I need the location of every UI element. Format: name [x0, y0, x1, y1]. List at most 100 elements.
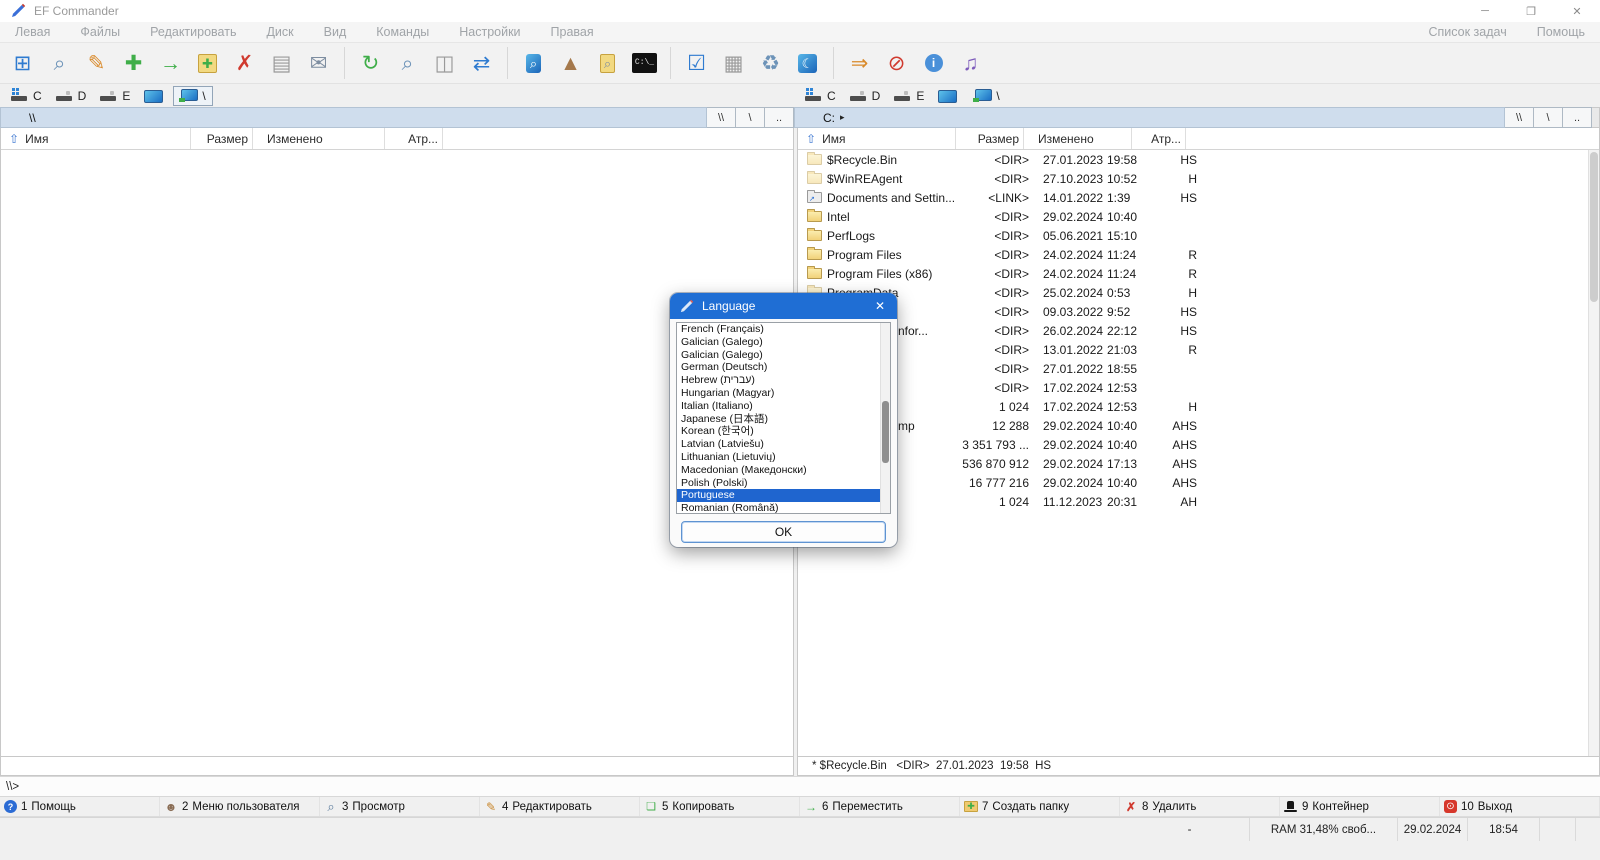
command-line[interactable]: \\> — [0, 776, 1600, 797]
move-file-icon[interactable]: → — [152, 45, 189, 81]
left-drive-e-button[interactable]: E — [93, 86, 137, 106]
right-path[interactable]: C: ▸ — [794, 107, 1505, 128]
$Recycle.Bin[interactable]: $Recycle.Bin <DIR> 27.01.2023 19:58 HS — [798, 150, 1599, 169]
language-list-item[interactable]: Hungarian (Magyar) — [677, 387, 890, 400]
path-button[interactable]: \\ — [1505, 107, 1534, 128]
language-list-item[interactable]: French (Français) — [677, 323, 890, 336]
sync-icon[interactable]: ⇄ — [463, 45, 500, 81]
path-button[interactable]: \\ — [707, 107, 736, 128]
dialog-list-scrollbar[interactable] — [880, 323, 890, 513]
menu-item[interactable]: Редактировать — [135, 25, 251, 39]
left-drive-d-button[interactable]: D — [49, 86, 94, 106]
path-scroll-stub[interactable] — [1592, 107, 1600, 128]
left-path[interactable]: \\ — [0, 107, 707, 128]
Program Files (x86)[interactable]: Program Files (x86) <DIR> 24.02.2024 11:… — [798, 264, 1599, 283]
language-list-item[interactable]: Lithuanian (Lietuvių) — [677, 451, 890, 464]
search-icon[interactable]: ⌕ — [389, 45, 426, 81]
print-icon[interactable]: ▤ — [263, 45, 300, 81]
nfor...[interactable]: nfor... <DIR> 26.02.2024 22:12 HS — [798, 321, 1599, 340]
function-key-button[interactable]: 9 Контейнер — [1280, 797, 1440, 816]
ftp-disconnect-icon[interactable]: ⊘ — [878, 45, 915, 81]
column-header-modified[interactable]: Изменено — [253, 128, 385, 149]
recycle-bin-icon[interactable]: ♻ — [752, 45, 789, 81]
email-icon[interactable]: ✉ — [300, 45, 337, 81]
menu-item[interactable]: Помощь — [1522, 25, 1600, 39]
column-header-modified[interactable]: Изменено — [1024, 128, 1132, 149]
Intel[interactable]: Intel <DIR> 29.02.2024 10:40 — [798, 207, 1599, 226]
column-header-attr[interactable]: Атр... — [1132, 128, 1186, 149]
dialog-titlebar[interactable]: Language ✕ — [670, 293, 897, 319]
menu-item[interactable]: Файлы — [65, 25, 135, 39]
language-list-item[interactable]: Italian (Italiano) — [677, 400, 890, 413]
close-button[interactable]: ✕ — [1554, 0, 1600, 22]
zoom-screen-icon[interactable]: ⌕ — [515, 45, 552, 81]
function-key-button[interactable]: ✗ 8 Удалить — [1120, 797, 1280, 816]
file-row[interactable]: <DIR> 09.03.2022 9:52 HS — [798, 302, 1599, 321]
toolbar-separator[interactable] — [507, 47, 508, 79]
path-button[interactable]: \ — [736, 107, 765, 128]
right-panel-scrollbar[interactable] — [1588, 150, 1599, 756]
Documents and Settin...[interactable]: Documents and Settin... <LINK> 14.01.202… — [798, 188, 1599, 207]
column-header-name[interactable]: ⇧ Имя — [798, 128, 956, 149]
language-list-item[interactable]: Polish (Polski) — [677, 477, 890, 490]
language-list-item[interactable]: Galician (Galego) — [677, 349, 890, 362]
column-header-size[interactable]: Размер — [191, 128, 253, 149]
file-row[interactable]: 536 870 912 29.02.2024 17:13 AHS — [798, 454, 1599, 473]
menu-item[interactable]: Команды — [361, 25, 444, 39]
toolbar-separator[interactable] — [833, 47, 834, 79]
split-files-icon[interactable]: ◫ — [426, 45, 463, 81]
toolbar-separator[interactable] — [670, 47, 671, 79]
language-list-item[interactable]: Macedonian (Македонски) — [677, 464, 890, 477]
column-header-size[interactable]: Размер — [956, 128, 1024, 149]
Program Files[interactable]: Program Files <DIR> 24.02.2024 11:24 R — [798, 245, 1599, 264]
right-drive-d-button[interactable]: D — [843, 86, 888, 106]
right-network-button[interactable]: \ — [967, 86, 1006, 106]
file-row[interactable]: <DIR> 17.02.2024 12:53 — [798, 378, 1599, 397]
language-list-item[interactable]: German (Deutsch) — [677, 361, 890, 374]
language-list-item[interactable]: Galician (Galego) — [677, 336, 890, 349]
left-drive-c-button[interactable]: C — [4, 86, 49, 106]
minimize-button[interactable]: ─ — [1462, 0, 1508, 22]
scrollbar-thumb[interactable] — [882, 401, 889, 463]
maximize-button[interactable]: ❐ — [1508, 0, 1554, 22]
file-row[interactable]: 3 351 793 ... 29.02.2024 10:40 AHS — [798, 435, 1599, 454]
dialog-close-button[interactable]: ✕ — [863, 293, 897, 319]
path-button[interactable]: .. — [765, 107, 794, 128]
terminal-icon[interactable]: C:\_ — [626, 45, 663, 81]
new-window-icon[interactable]: ⊞ — [4, 45, 41, 81]
ok-button[interactable]: OK — [681, 521, 886, 543]
function-key-button[interactable]: ⌕ 3 Просмотр — [320, 797, 480, 816]
toolbar-separator[interactable] — [344, 47, 345, 79]
function-key-button[interactable]: ⊙ 10 Выход — [1440, 797, 1600, 816]
menu-item[interactable]: Настройки — [444, 25, 535, 39]
menu-item[interactable]: Вид — [309, 25, 362, 39]
PerfLogs[interactable]: PerfLogs <DIR> 05.06.2021 15:10 — [798, 226, 1599, 245]
menu-item[interactable]: Диск — [251, 25, 308, 39]
$WinREAgent[interactable]: $WinREAgent <DIR> 27.10.2023 10:52 H — [798, 169, 1599, 188]
language-list-item[interactable]: Hebrew (עברית) — [677, 374, 890, 387]
left-network-button[interactable]: \ — [173, 85, 213, 106]
function-key-button[interactable]: ☻ 2 Меню пользователя — [160, 797, 320, 816]
language-list-item[interactable]: Japanese (日本語) — [677, 413, 890, 426]
file-row[interactable]: 16 777 216 29.02.2024 10:40 AHS — [798, 473, 1599, 492]
multimedia-icon[interactable]: ♫ — [952, 45, 989, 81]
copy-file-icon[interactable]: ✚ — [115, 45, 152, 81]
pyramid-icon[interactable]: ▲ — [552, 45, 589, 81]
function-key-button[interactable]: ❏ 5 Копировать — [640, 797, 800, 816]
right-desktop-button[interactable] — [931, 86, 967, 106]
language-list-item[interactable]: Latvian (Latviešu) — [677, 438, 890, 451]
edit-file-icon[interactable]: ✎ — [78, 45, 115, 81]
function-key-button[interactable]: ? 1 Помощь — [0, 797, 160, 816]
scrollbar-thumb[interactable] — [1590, 152, 1598, 302]
function-key-button[interactable]: ✎ 4 Редактировать — [480, 797, 640, 816]
menu-item[interactable]: Левая — [0, 25, 65, 39]
right-drive-c-button[interactable]: C — [798, 86, 843, 106]
language-list-item[interactable]: Portuguese — [677, 489, 890, 503]
refresh-icon[interactable]: ↻ — [352, 45, 389, 81]
folder-search-icon[interactable]: ⌕ — [589, 45, 626, 81]
delete-icon[interactable]: ✗ — [226, 45, 263, 81]
menu-item[interactable]: Список задач — [1413, 25, 1521, 39]
mp[interactable]: mp 12 288 29.02.2024 10:40 AHS — [798, 416, 1599, 435]
right-drive-e-button[interactable]: E — [887, 86, 931, 106]
language-list-item[interactable]: Romanian (Română) — [677, 502, 890, 513]
